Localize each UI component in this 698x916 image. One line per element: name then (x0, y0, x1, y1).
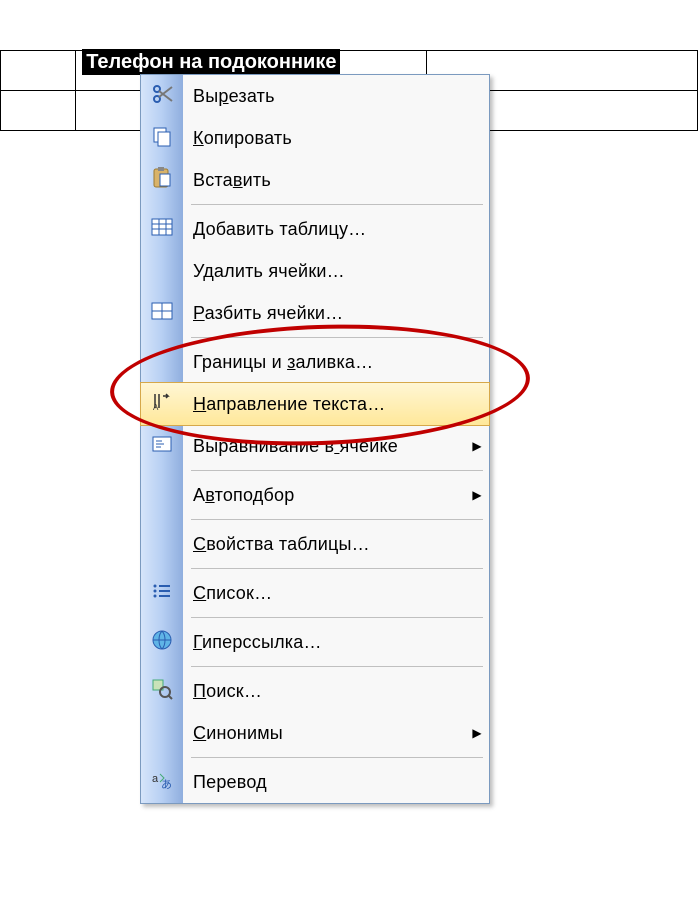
menu-label: Направление текста… (183, 394, 489, 415)
menu-label: Гиперссылка… (183, 632, 489, 653)
selected-text: Телефон на подоконнике (82, 49, 340, 75)
menu-paste[interactable]: Вставить (141, 159, 489, 201)
menu-list[interactable]: Список… (141, 572, 489, 614)
menu-label: Границы и заливка… (183, 352, 489, 373)
menu-label: Автоподбор (183, 485, 465, 506)
menu-label: Вставить (183, 170, 489, 191)
table-cell[interactable] (1, 91, 76, 131)
menu-translate[interactable]: aあ Перевод (141, 761, 489, 803)
svg-text:a: a (152, 773, 159, 785)
menu-delete-cells[interactable]: Удалить ячейки… (141, 250, 489, 292)
menu-text-direction[interactable]: A Направление текста… (140, 382, 490, 426)
menu-cell-alignment[interactable]: Выравнивание в ячейке ▶ (141, 425, 489, 467)
menu-separator (141, 516, 489, 523)
copy-icon (150, 124, 174, 153)
menu-autofit[interactable]: Автоподбор ▶ (141, 474, 489, 516)
submenu-arrow-icon: ▶ (465, 488, 489, 502)
menu-label: Синонимы (183, 723, 465, 744)
menu-separator (141, 565, 489, 572)
menu-insert-table[interactable]: Добавить таблицу… (141, 208, 489, 250)
table-cell[interactable] (1, 51, 76, 91)
submenu-arrow-icon: ▶ (465, 439, 489, 453)
table-icon (150, 215, 174, 244)
split-cells-icon (150, 299, 174, 328)
text-direction-icon: A (150, 390, 174, 419)
search-icon (150, 677, 174, 706)
menu-separator (141, 754, 489, 761)
menu-separator (141, 614, 489, 621)
list-icon (150, 579, 174, 608)
menu-label: Копировать (183, 128, 489, 149)
menu-hyperlink[interactable]: Гиперссылка… (141, 621, 489, 663)
menu-separator (141, 201, 489, 208)
menu-label: Разбить ячейки… (183, 303, 489, 324)
submenu-arrow-icon: ▶ (465, 726, 489, 740)
menu-search[interactable]: Поиск… (141, 670, 489, 712)
svg-text:A: A (153, 403, 159, 412)
menu-label: Добавить таблицу… (183, 219, 489, 240)
menu-label: Поиск… (183, 681, 489, 702)
hyperlink-icon (150, 628, 174, 657)
translate-icon: aあ (150, 768, 174, 797)
menu-borders-shading[interactable]: Границы и заливка… (141, 341, 489, 383)
menu-table-properties[interactable]: Свойства таблицы… (141, 523, 489, 565)
menu-split-cells[interactable]: Разбить ячейки… (141, 292, 489, 334)
menu-separator (141, 467, 489, 474)
align-icon (150, 432, 174, 461)
menu-separator (141, 334, 489, 341)
scissors-icon (150, 82, 174, 111)
menu-copy[interactable]: Копировать (141, 117, 489, 159)
menu-label: Удалить ячейки… (183, 261, 489, 282)
menu-label: Список… (183, 583, 489, 604)
menu-label: Перевод (183, 772, 489, 793)
menu-synonyms[interactable]: Синонимы ▶ (141, 712, 489, 754)
context-menu: Вырезать Копировать Вставить Добавить та… (140, 74, 490, 804)
menu-label: Свойства таблицы… (183, 534, 489, 555)
menu-separator (141, 663, 489, 670)
menu-label: Выравнивание в ячейке (183, 436, 465, 457)
menu-cut[interactable]: Вырезать (141, 75, 489, 117)
menu-label: Вырезать (183, 86, 489, 107)
paste-icon (150, 166, 174, 195)
